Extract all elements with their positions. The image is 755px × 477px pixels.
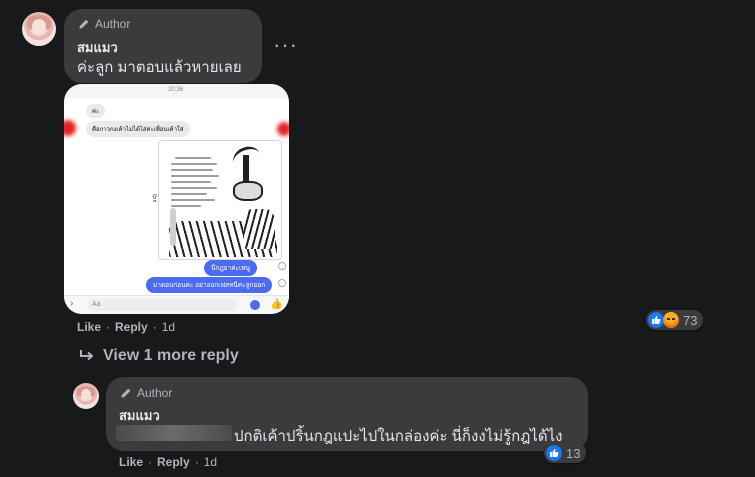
comment-attachment-image[interactable]: 20:36 ค่ะ คือกาวกงเค้าไม่ได้ไส่ค่ะเพื่อน… [64, 84, 289, 314]
avatar[interactable] [22, 12, 56, 46]
image-chat-reply: นี่กฎยาค่ะเหนู [204, 260, 257, 276]
more-options-icon[interactable]: ··· [273, 32, 298, 58]
reaction-count: 73 [683, 312, 698, 328]
image-chat-message: ค่ะ [86, 104, 106, 118]
author-badge-label: Author [137, 386, 173, 400]
read-receipt [278, 279, 286, 287]
view-more-replies-link[interactable]: View 1 more reply [79, 347, 239, 365]
image-input-bar: › Aa 👍 [64, 295, 289, 314]
commenter-name[interactable]: สมแมว [119, 405, 160, 426]
view-more-replies-label: View 1 more reply [103, 347, 239, 364]
reaction-summary[interactable]: 73 [646, 310, 704, 330]
pencil-icon [121, 387, 132, 398]
like-button[interactable]: Like [119, 455, 143, 469]
comment-timestamp[interactable]: 1d [162, 320, 175, 334]
author-badge: Author [119, 386, 172, 400]
angry-icon [663, 312, 679, 328]
reply-bubble: Author สมแมว ปกติเค้าปริ้นกฎแปะไปในกล่อง… [106, 377, 588, 451]
image-rules-sheet [158, 140, 282, 260]
like-icon [648, 312, 664, 328]
comment-text: ค่ะลูก มาตอบแล้วหายเลย [77, 59, 242, 76]
reply-timestamp[interactable]: 1d [204, 455, 217, 469]
scroll-indicator [170, 208, 176, 246]
redaction-mark [64, 120, 76, 136]
reply-button[interactable]: Reply [115, 320, 148, 334]
reaction-count: 13 [566, 445, 581, 461]
like-icon [546, 445, 562, 461]
reaction-summary[interactable]: 13 [544, 443, 587, 463]
pencil-icon [79, 18, 90, 29]
reply-button[interactable]: Reply [157, 455, 190, 469]
author-badge-label: Author [95, 17, 131, 31]
like-button[interactable]: Like [77, 320, 101, 334]
image-timestamp: 20:36 [168, 87, 184, 93]
image-chat-reply: มาตอบก่อนค่ะ อย่าออกเฟสหนีค่ะลูกออก [146, 277, 273, 293]
comment-bubble: Author สมแมว ค่ะลูก มาตอบแล้วหายเลย [64, 9, 262, 83]
reply-actions: Like · Reply · 1d [119, 455, 218, 469]
blurred-mention [116, 425, 232, 441]
comment-actions: Like · Reply · 1d [77, 320, 176, 334]
redaction-mark [277, 122, 289, 136]
image-chat-message: คือกาวกงเค้าไม่ได้ไส่ค่ะเพื่อนเค้าใส่ [86, 121, 190, 137]
read-receipt [278, 262, 286, 270]
author-badge: Author [77, 17, 130, 31]
share-icon[interactable]: ⇪ [150, 192, 159, 205]
reply-arrow-icon [80, 350, 94, 361]
avatar[interactable] [73, 383, 99, 409]
reply-text: ปกติเค้าปริ้นกฎแปะไปในกล่องค่ะ นี่ก็งงไม… [234, 428, 563, 445]
